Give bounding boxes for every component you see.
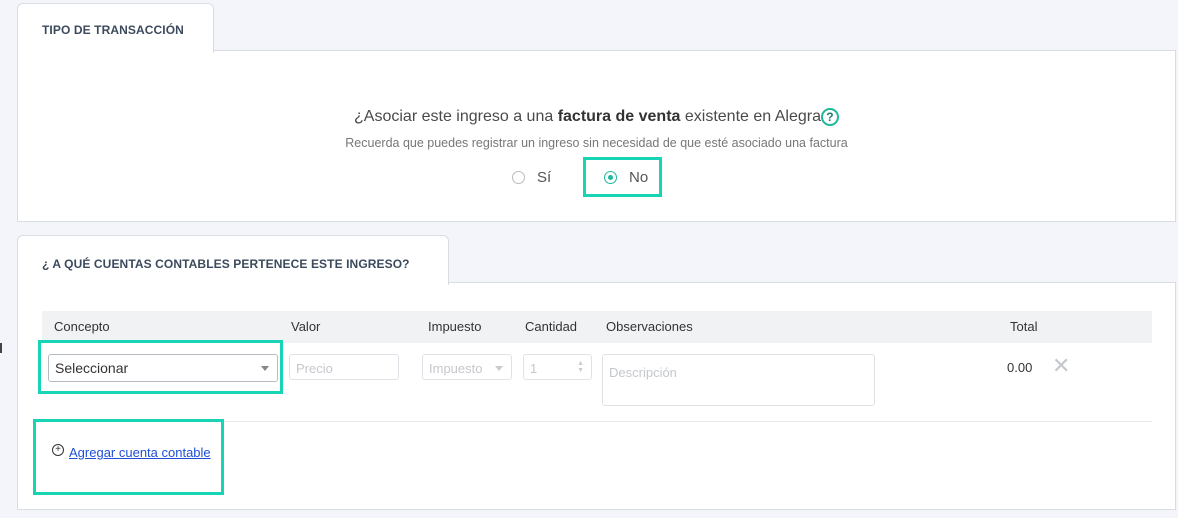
col-cantidad: Cantidad xyxy=(525,319,578,334)
question-bold: factura de venta xyxy=(557,108,681,125)
row-total: 0.00 xyxy=(1007,360,1033,375)
impuesto-select-value: Impuesto xyxy=(429,361,483,376)
question-circle-icon[interactable]: ? xyxy=(820,108,839,126)
tab-cuentas-contables-label: ¿ A QUÉ CUENTAS CONTABLES PERTENECE ESTE… xyxy=(42,257,410,271)
invoice-question: ¿Asociar este ingreso a una factura de v… xyxy=(18,108,1175,126)
observaciones-placeholder: Descripción xyxy=(609,365,677,380)
col-total: Total xyxy=(1010,319,1038,334)
col-observaciones: Observaciones xyxy=(606,319,693,334)
impuesto-select[interactable]: Impuesto xyxy=(422,354,512,380)
stepper-arrows-icon[interactable]: ▲ ▼ xyxy=(577,360,584,374)
radio-si[interactable]: Sí xyxy=(512,169,551,186)
tab-tipo-transaccion[interactable]: TIPO DE TRANSACCIÓN xyxy=(17,3,214,53)
valor-input[interactable]: Precio xyxy=(289,354,399,380)
highlight-add-account xyxy=(33,419,224,495)
cantidad-stepper[interactable]: 1 ▲ ▼ xyxy=(523,354,592,380)
radio-si-label: Sí xyxy=(537,169,552,186)
cantidad-value: 1 xyxy=(530,361,538,376)
question-prefix: ¿Asociar este ingreso a una xyxy=(354,108,558,125)
radio-si-circle[interactable] xyxy=(512,171,525,184)
col-valor: Valor xyxy=(291,319,321,334)
close-icon[interactable]: ✕ xyxy=(1052,355,1070,377)
col-concepto: Concepto xyxy=(54,319,110,334)
col-impuesto: Impuesto xyxy=(428,319,482,334)
tab-cuentas-contables[interactable]: ¿ A QUÉ CUENTAS CONTABLES PERTENECE ESTE… xyxy=(17,235,449,285)
highlight-concepto-select xyxy=(38,340,283,394)
question-suffix: existente en Alegra xyxy=(680,108,821,125)
left-edge-marker xyxy=(0,343,2,353)
chevron-down-icon xyxy=(495,366,503,371)
invoice-hint: Recuerda que puedes registrar un ingreso… xyxy=(345,136,848,150)
valor-placeholder: Precio xyxy=(296,361,333,376)
tab-tipo-transaccion-label: TIPO DE TRANSACCIÓN xyxy=(42,23,184,37)
accounts-table-header: Concepto Valor Impuesto Cantidad Observa… xyxy=(42,311,1152,343)
observaciones-textarea[interactable]: Descripción xyxy=(602,354,875,406)
highlight-radio-no xyxy=(583,157,662,197)
